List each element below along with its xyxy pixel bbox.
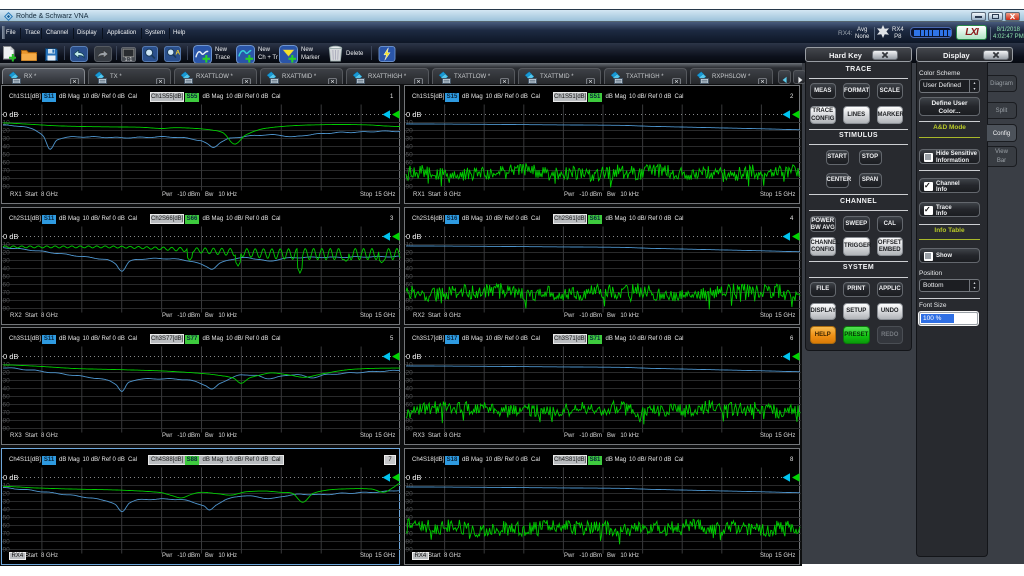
svg-text:60: 60 xyxy=(3,523,11,530)
svg-text:80: 80 xyxy=(406,298,414,305)
svg-text:30: 30 xyxy=(3,258,11,265)
svg-text:80: 80 xyxy=(3,418,11,425)
svg-text:60: 60 xyxy=(3,282,11,289)
svg-text:10: 10 xyxy=(406,483,414,490)
svg-text:90: 90 xyxy=(406,184,414,191)
svg-text:30: 30 xyxy=(406,499,414,506)
svg-text:70: 70 xyxy=(406,531,414,538)
svg-text:80: 80 xyxy=(406,539,414,546)
svg-text:40: 40 xyxy=(3,386,11,393)
svg-text:40: 40 xyxy=(406,507,414,514)
svg-text:20: 20 xyxy=(3,491,11,498)
svg-text:20: 20 xyxy=(3,128,11,135)
svg-text:10: 10 xyxy=(406,362,414,369)
svg-text:60: 60 xyxy=(3,402,11,409)
svg-text:30: 30 xyxy=(3,499,11,506)
svg-text:60: 60 xyxy=(3,160,11,167)
svg-text:30: 30 xyxy=(406,258,414,265)
svg-text:70: 70 xyxy=(3,531,11,538)
svg-text:20: 20 xyxy=(406,491,414,498)
svg-text:30: 30 xyxy=(3,378,11,385)
svg-text:40: 40 xyxy=(3,266,11,273)
svg-text:40: 40 xyxy=(406,386,414,393)
svg-text:10: 10 xyxy=(406,242,414,249)
svg-text:70: 70 xyxy=(3,168,11,175)
svg-text:20: 20 xyxy=(406,250,414,257)
svg-text:40: 40 xyxy=(406,144,414,151)
svg-text:80: 80 xyxy=(3,298,11,305)
svg-text:30: 30 xyxy=(406,378,414,385)
svg-text:60: 60 xyxy=(406,160,414,167)
svg-text:10: 10 xyxy=(406,120,414,127)
svg-text:50: 50 xyxy=(3,515,11,522)
svg-text:20: 20 xyxy=(406,128,414,135)
svg-text:40: 40 xyxy=(3,507,11,514)
svg-text:90: 90 xyxy=(406,306,414,313)
svg-text:20: 20 xyxy=(406,370,414,377)
svg-text:30: 30 xyxy=(3,136,11,143)
svg-text:80: 80 xyxy=(3,176,11,183)
svg-text:50: 50 xyxy=(406,394,414,401)
svg-text:A: A xyxy=(175,49,180,56)
svg-text:30: 30 xyxy=(406,136,414,143)
svg-text:90: 90 xyxy=(3,426,11,433)
svg-text:70: 70 xyxy=(3,290,11,297)
svg-text:80: 80 xyxy=(3,539,11,546)
svg-text:90: 90 xyxy=(3,306,11,313)
svg-text:20: 20 xyxy=(3,250,11,257)
svg-text:50: 50 xyxy=(406,274,414,281)
svg-text:50: 50 xyxy=(3,394,11,401)
svg-text:40: 40 xyxy=(406,266,414,273)
svg-text:50: 50 xyxy=(3,274,11,281)
svg-text:50: 50 xyxy=(3,152,11,159)
svg-text:80: 80 xyxy=(406,418,414,425)
svg-text:60: 60 xyxy=(406,402,414,409)
svg-text:1:1: 1:1 xyxy=(125,57,133,62)
svg-text:90: 90 xyxy=(406,426,414,433)
svg-text:40: 40 xyxy=(3,144,11,151)
svg-text:20: 20 xyxy=(3,370,11,377)
svg-text:50: 50 xyxy=(406,152,414,159)
svg-text:90: 90 xyxy=(3,184,11,191)
svg-text:70: 70 xyxy=(3,410,11,417)
